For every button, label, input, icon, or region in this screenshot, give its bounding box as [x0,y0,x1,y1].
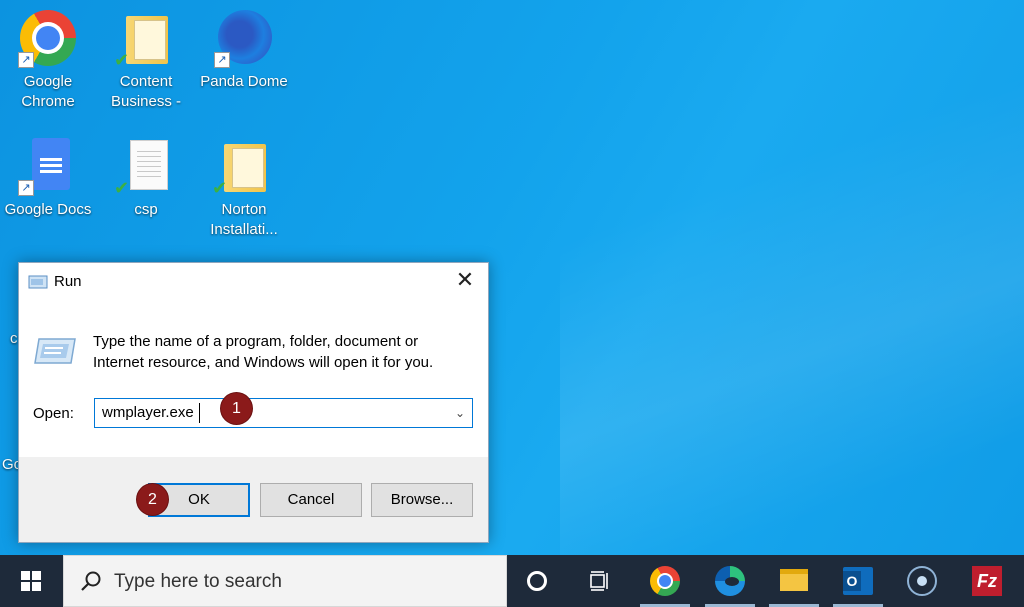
run-icon [28,275,48,289]
desktop-icon-google-chrome[interactable]: ↗ Google Chrome [0,8,96,112]
desktop-icon-content-business[interactable]: ✔ Content Business - [98,8,194,112]
close-button[interactable]: ✕ [442,263,488,299]
desktop-icon-label: Norton Installati... [210,201,278,238]
cortana-icon [527,571,547,591]
taskbar: Type here to search Fz [0,555,1024,607]
shortcut-arrow-icon: ↗ [18,52,34,68]
shortcut-arrow-icon: ↗ [214,52,230,68]
taskbar-outlook[interactable] [829,555,887,607]
wallpaper-light-beam [560,0,1024,555]
desktop-icon-google-docs[interactable]: ↗ Google Docs [0,136,96,220]
search-icon [81,571,101,591]
windows-logo-icon [21,571,30,580]
edge-icon [715,566,745,596]
desktop-icon-label: Google Chrome [21,73,75,110]
step-2-badge: 2 [137,484,168,515]
cancel-button[interactable]: Cancel [260,483,362,517]
desktop-icon-panda-dome[interactable]: ↗ Panda Dome [196,8,292,92]
folder-icon [224,144,266,192]
start-button[interactable] [0,555,62,607]
filezilla-icon: Fz [972,566,1002,596]
file-explorer-icon [780,569,808,591]
step-1-badge: 1 [221,393,252,424]
taskbar-edge[interactable] [701,555,759,607]
sync-check-icon: ✔ [114,50,130,70]
open-input-value[interactable]: wmplayer.exe [102,404,194,421]
open-combobox[interactable]: wmplayer.exe ⌄ [94,398,473,428]
partial-desktop-label: c [10,330,18,347]
sync-check-icon: ✔ [114,178,130,198]
document-icon [130,140,168,190]
browse-button[interactable]: Browse... [371,483,473,517]
taskbar-file-explorer[interactable] [765,555,823,607]
run-button-bar: OK Cancel Browse... [19,457,488,542]
cortana-button[interactable] [508,555,566,607]
desktop-icon-label: Panda Dome [200,73,288,90]
desktop-icon-norton-installation[interactable]: ✔ Norton Installati... [196,136,292,240]
desktop-icon-label: Google Docs [4,201,92,218]
run-title-bar[interactable]: Run ✕ [19,263,488,301]
outlook-icon [843,567,873,595]
run-dialog: Run ✕ Type the name of a program, folder… [18,262,489,543]
circle-app-icon [907,566,937,596]
chevron-down-icon[interactable]: ⌄ [452,405,468,421]
run-program-icon [34,338,76,364]
taskbar-circle-app[interactable] [893,555,951,607]
open-label: Open: [33,405,74,422]
desktop-icon-label: Content Business - [110,73,182,110]
task-view-button[interactable] [570,555,628,607]
google-docs-icon [32,138,70,190]
text-caret [199,403,200,423]
desktop-icon-label: csp [134,201,158,218]
taskbar-chrome[interactable] [636,555,694,607]
folder-icon [126,16,168,64]
taskbar-search-box[interactable]: Type here to search [63,555,507,607]
run-description: Type the name of a program, folder, docu… [93,333,434,371]
run-title: Run [54,273,82,290]
search-placeholder: Type here to search [114,571,282,592]
sync-check-icon: ✔ [212,178,228,198]
shortcut-arrow-icon: ↗ [18,180,34,196]
task-view-icon [590,571,608,591]
desktop-icon-csp[interactable]: ✔ csp [98,136,194,220]
chrome-icon [650,566,680,596]
taskbar-filezilla[interactable]: Fz [958,555,1016,607]
